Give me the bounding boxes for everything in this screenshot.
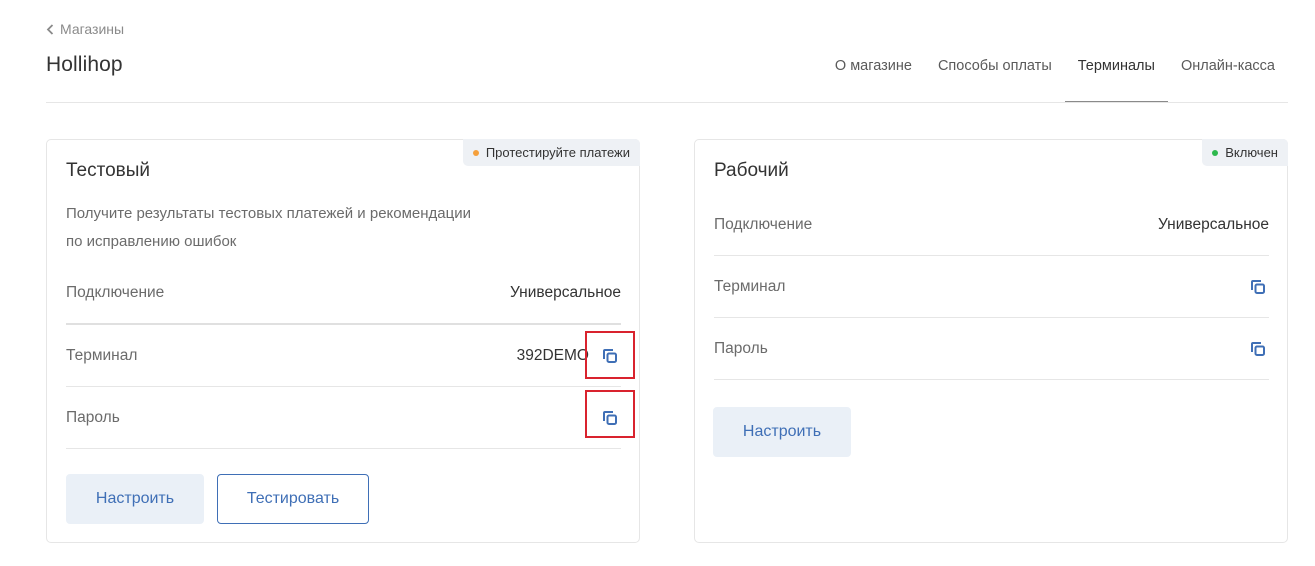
prod-card-title: Рабочий [714,160,789,181]
test-card-description-line: по исправлению ошибок [66,233,237,250]
test-card-description: Получите результаты тестовых платежей и … [66,200,546,256]
copy-password-button[interactable] [1247,338,1269,360]
tab-bar: О магазине Способы оплаты Терминалы Онла… [822,46,1288,103]
back-link-label: Магазины [60,21,125,37]
tab-payment-methods[interactable]: Способы оплаты [925,46,1065,103]
tab-online-cashbox[interactable]: Онлайн-касса [1168,46,1288,103]
orange-dot-icon [472,149,479,156]
test-row-terminal: Терминал 392DEMO [66,325,621,387]
test-status-badge: Протестируйте платежи [462,139,640,166]
row-label: Подключение [714,215,813,233]
terminal-id-value: 392DEMO [516,346,589,364]
run-test-button[interactable]: Тестировать [217,474,369,524]
configure-test-button[interactable]: Настроить [66,474,204,524]
prod-row-terminal: Терминал [714,256,1269,318]
row-label: Пароль [66,408,120,426]
row-label: Подключение [66,284,165,301]
prod-status-badge: Включен [1202,139,1288,166]
row-value [1247,338,1269,360]
row-value: Универсальное [510,284,621,301]
row-label: Пароль [714,339,768,357]
row-label: Терминал [66,346,138,364]
chevron-left-icon [46,23,54,35]
highlight-box [585,331,635,379]
copy-icon [1251,279,1265,294]
prod-row-password: Пароль [714,318,1269,380]
configure-prod-button[interactable]: Настроить [713,407,851,457]
test-terminal-card: Протестируйте платежи Тестовый Получите … [46,139,640,543]
row-value: Универсальное [1158,215,1269,233]
copy-terminal-button[interactable] [1247,276,1269,298]
test-status-badge-label: Протестируйте платежи [485,145,630,160]
highlight-box [585,390,635,438]
row-label: Терминал [714,277,786,295]
prod-status-badge-label: Включен [1225,145,1278,160]
tab-about-store[interactable]: О магазине [822,46,925,103]
back-link[interactable]: Магазины [46,21,124,37]
production-terminal-card: Включен Рабочий Подключение Универсально… [694,139,1288,543]
test-card-description-line: Получите результаты тестовых платежей и … [66,205,471,222]
test-row-connection: Подключение Универсальное [66,263,621,325]
row-value [1247,276,1269,298]
prod-row-connection: Подключение Универсальное [714,194,1269,256]
page-title: Hollihop [46,53,123,76]
tab-terminals[interactable]: Терминалы [1064,46,1169,103]
test-card-title: Тестовый [66,160,151,181]
header-divider [46,102,1288,103]
test-row-password: Пароль [66,387,621,449]
copy-icon [1251,341,1265,356]
green-dot-icon [1212,149,1219,156]
